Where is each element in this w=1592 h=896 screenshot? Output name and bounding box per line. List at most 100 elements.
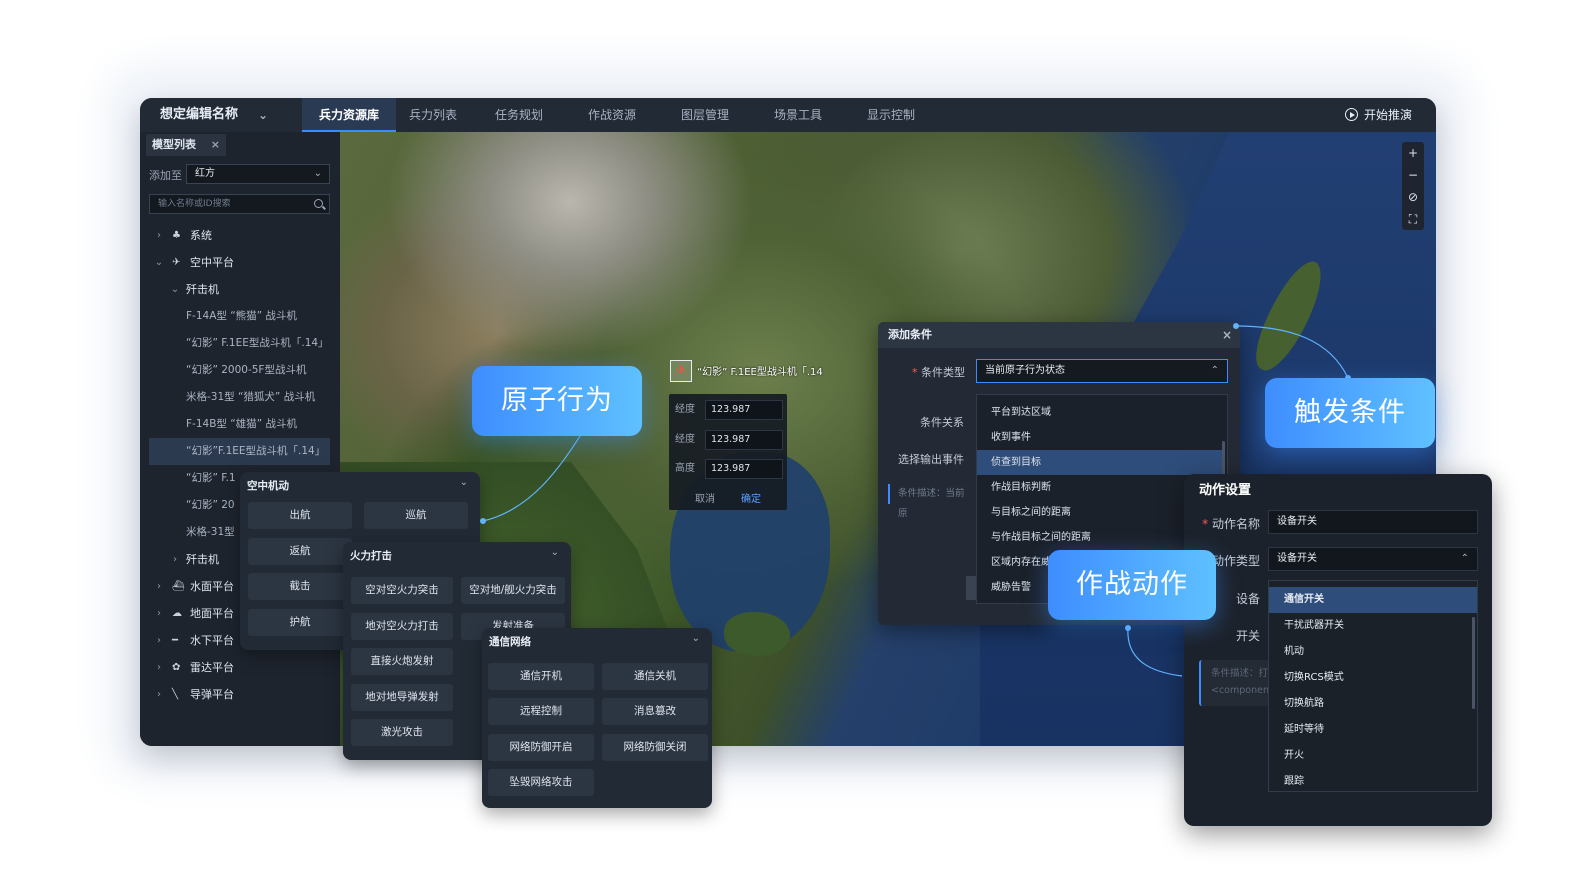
firepower-button[interactable]: 激光攻击 [351,719,453,746]
action-option[interactable]: 干扰武器开关 [1269,613,1477,639]
chevron-down-icon[interactable]: ⌄ [154,249,164,276]
tree-node[interactable]: › ╲ 导弹平台 [140,681,340,708]
fullscreen-icon[interactable]: ⛶ [1402,208,1424,230]
action-option-selected[interactable]: 通信开关 [1269,587,1477,613]
combat-action-callout: 作战动作 [1048,550,1216,620]
action-name-input[interactable]: 设备开关 [1268,510,1478,534]
action-type-select[interactable]: 设备开关 ⌃ [1268,547,1478,571]
action-option[interactable]: 切换航路 [1269,691,1477,717]
condition-option[interactable]: 收到事件 [977,425,1225,450]
reset-view-icon[interactable]: ⊘ [1402,186,1424,208]
tree-leaf-item[interactable]: 米格-31型 “猎狐犬” 战斗机 [140,384,340,411]
chevron-right-icon[interactable]: › [154,681,164,708]
maneuver-button[interactable]: 护航 [248,609,352,636]
chevron-right-icon[interactable]: › [170,546,180,573]
chevron-down-icon: ⌄ [257,108,268,122]
tree-node[interactable]: › ✿ 雷达平台 [140,654,340,681]
condition-type-label: * 条件类型 [912,366,965,379]
zoom-out-icon[interactable]: − [1402,164,1424,186]
action-option[interactable]: 机动 [1269,639,1477,665]
firepower-button[interactable]: 地对地导弹发射 [351,684,453,711]
tab-force-library[interactable]: 兵力资源库 [302,98,396,132]
chevron-down-icon[interactable]: ⌄ [460,477,468,488]
network-button[interactable]: 坠毁网络攻击 [488,769,594,796]
maneuver-button[interactable]: 截击 [248,573,352,600]
tree-node[interactable]: ⌄ 歼击机 [140,276,340,303]
chevron-right-icon[interactable]: › [154,627,164,654]
maneuver-button[interactable]: 出航 [248,502,352,529]
action-option[interactable]: 延时等待 [1269,717,1477,743]
network-button[interactable]: 远程控制 [488,698,594,725]
scenario-title-dropdown[interactable]: 想定编辑名称 ⌄ [148,102,274,128]
tree-leaf-item[interactable]: F-14A型 “熊猫” 战斗机 [140,303,340,330]
tab-combat-resources[interactable]: 作战资源 [577,98,647,132]
tree-item-label: 导弹平台 [190,688,234,701]
tab-mission-planning[interactable]: 任务规划 [484,98,554,132]
panel-title: 通信网络 [489,636,531,648]
confirm-button[interactable]: 确定 [741,490,761,505]
close-icon[interactable]: × [1222,322,1232,348]
firepower-button[interactable]: 空对空火力突击 [351,577,453,604]
tree-node[interactable]: › ♣ 系统 [140,222,340,249]
action-option[interactable]: 跟踪 [1269,769,1477,795]
network-button[interactable]: 网络防御开启 [488,734,594,761]
tree-node[interactable]: ⌄ ✈ 空中平台 [140,249,340,276]
network-button[interactable]: 通信关机 [602,663,708,690]
chevron-right-icon[interactable]: › [154,222,164,249]
tree-item-label: F-14B型 “雄猫” 战斗机 [186,418,297,430]
tab-model-list[interactable]: 模型列表 × [146,134,226,156]
latitude-input[interactable]: 123.987 [705,430,783,450]
cancel-button[interactable]: 取消 [695,490,715,505]
chevron-down-icon[interactable]: ⌄ [551,547,559,558]
chevron-right-icon[interactable]: › [154,654,164,681]
tree-item-label: 米格-31型 “猎狐犬” 战斗机 [186,391,316,403]
tab-layer-management[interactable]: 图层管理 [670,98,740,132]
tree-leaf-item[interactable]: “幻影” 2000-5F型战斗机 [140,357,340,384]
chevron-right-icon[interactable]: › [154,600,164,627]
play-icon [1344,108,1358,121]
start-simulation-button[interactable]: 开始推演 [1344,98,1412,132]
altitude-input[interactable]: 123.987 [705,459,783,479]
scrollbar[interactable] [1472,617,1475,709]
maneuver-button[interactable]: 巡航 [364,502,468,529]
network-button[interactable]: 通信开机 [488,663,594,690]
search-icon[interactable] [314,199,323,208]
zoom-in-icon[interactable]: + [1402,142,1424,164]
network-button[interactable]: 消息篡改 [602,698,708,725]
side-select[interactable]: 红方 ⌄ [186,164,330,184]
firepower-button[interactable]: 地对空火力打击 [351,613,453,640]
tree-item-label: 系统 [190,229,212,242]
action-description-input[interactable]: 条件描述：打 <component [1199,660,1269,706]
condition-option-selected[interactable]: 侦查到目标 [977,450,1225,475]
condition-type-select[interactable]: 当前原子行为状态 ⌃ [976,359,1228,383]
tree-leaf-item[interactable]: “幻影”F.1EE型战斗机「.14」 [149,438,330,465]
close-icon[interactable]: × [211,134,220,156]
action-option[interactable]: 切换RCS模式 [1269,665,1477,691]
network-button[interactable]: 网络防御关闭 [602,734,708,761]
model-search-input[interactable]: 输入名称或ID搜索 [149,194,330,214]
condition-option[interactable]: 平台到达区域 [977,400,1225,425]
coord-row: 高度 123.987 [675,459,783,479]
condition-relation-label: 条件关系 [920,416,964,429]
tab-scene-tools[interactable]: 场景工具 [763,98,833,132]
action-description-line: <component [1211,685,1269,696]
longitude-input[interactable]: 123.987 [705,400,783,420]
firepower-button[interactable]: 直接火炮发射 [351,648,453,675]
aircraft-marker-icon[interactable]: ✈ [670,360,692,382]
switch-label: 开关 [1235,629,1260,643]
chevron-down-icon[interactable]: ⌄ [692,633,700,644]
maneuver-button[interactable]: 返航 [248,538,352,565]
tree-leaf-item[interactable]: F-14B型 “雄猫” 战斗机 [140,411,340,438]
tree-leaf-item[interactable]: “幻影” F.1EE型战斗机「.14」 [140,330,340,357]
ship-icon: ⛴ [172,581,185,592]
condition-description-input[interactable]: 条件描述：当前原 [888,484,972,519]
chevron-right-icon[interactable]: › [154,573,164,600]
firepower-button[interactable]: 空对地/舰火力突击 [461,577,565,604]
tree-item-label: “幻影”F.1EE型战斗机「.14」 [186,445,326,457]
tree-item-label: “幻影” F.1 [186,472,236,484]
tab-display-control[interactable]: 显示控制 [856,98,926,132]
tab-force-list[interactable]: 兵力列表 [398,98,468,132]
tree-item-label: 歼击机 [186,553,219,566]
action-option[interactable]: 开火 [1269,743,1477,769]
chevron-down-icon[interactable]: ⌄ [170,276,180,303]
